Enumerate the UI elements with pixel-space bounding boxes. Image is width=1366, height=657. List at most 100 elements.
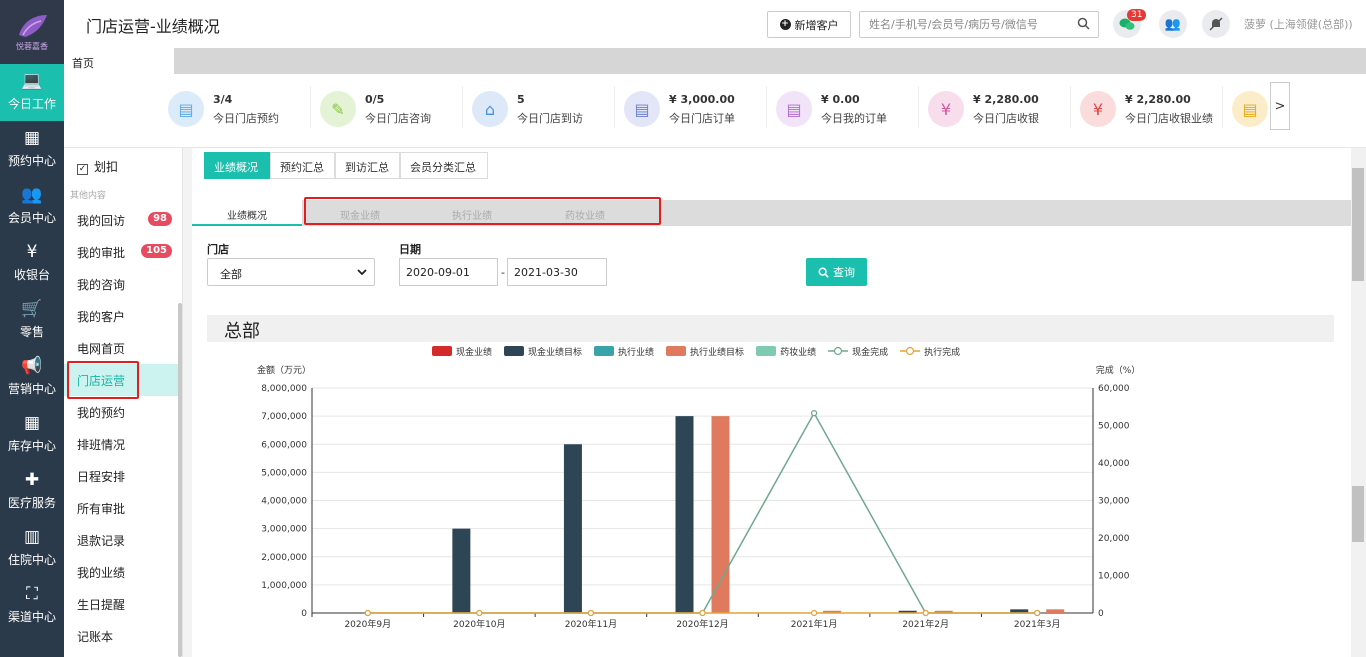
submenu-item[interactable]: 日程安排 — [64, 460, 180, 492]
search-box — [859, 11, 1099, 38]
chart-point — [587, 609, 595, 617]
nav-item-8[interactable]: ▥ 住院中心 — [0, 520, 64, 577]
stats-strip: ▤ 3/4 今日门店预约 ✎ 0/5 今日门店咨询 ⌂ 5 今日门店到访 ▤ ¥ 3,000.00 今… — [64, 74, 1366, 148]
stat-label: 今日门店收银 — [973, 111, 1039, 125]
submenu-label: 我的审批 — [77, 246, 126, 260]
submenu-item-deduct[interactable]: ✓ 划扣 — [64, 150, 180, 182]
tab-home[interactable]: 首页 — [64, 48, 174, 74]
legend-item[interactable]: 现金业绩 — [432, 345, 492, 358]
legend-swatch — [504, 346, 525, 356]
search-icon — [818, 267, 829, 278]
scrollbar-thumb-secondary[interactable] — [1352, 486, 1364, 542]
nav-item-0[interactable]: 💻 今日工作 — [0, 64, 64, 121]
notify-off-button[interactable] — [1202, 10, 1230, 38]
plus-circle-icon: + — [779, 19, 791, 30]
y-tick-label: 1,000,000 — [261, 581, 307, 591]
stat-card[interactable]: ✎ 0/5 今日门店咨询 — [320, 85, 431, 133]
logo: 悦蓉嘉香 — [0, 0, 64, 64]
submenu-scrollbar[interactable] — [178, 303, 182, 657]
x-tick-label: 2020年10月 — [453, 618, 505, 630]
legend-item[interactable]: 药妆业绩 — [756, 345, 816, 358]
consult-icon: ✎ — [320, 91, 356, 127]
page-title: 门店运营-业绩概况 — [86, 17, 220, 36]
nav-item-1[interactable]: ▦ 预约中心 — [0, 121, 64, 178]
my-order-icon: ▤ — [776, 91, 812, 127]
legend-swatch — [828, 346, 849, 356]
nav-item-7[interactable]: ✚ 医疗服务 — [0, 463, 64, 520]
store-select[interactable]: 全部 — [207, 258, 375, 286]
legend-item[interactable]: 执行业绩 — [594, 345, 654, 358]
stat-card[interactable]: ▤ ¥ 0.00 今日我的订单 — [776, 85, 887, 133]
stat-value: ¥ 2,280.00 — [1125, 92, 1191, 106]
submenu-item[interactable]: 所有审批 — [64, 492, 180, 524]
y-tick-label: 6,000,000 — [261, 440, 307, 450]
y-tick-label: 4,000,000 — [261, 497, 307, 507]
users-icon: 👥 — [1164, 16, 1182, 32]
date-to-input[interactable]: 2021-03-30 — [507, 258, 607, 286]
legend-item[interactable]: 现金业绩目标 — [504, 345, 582, 358]
submenu-item[interactable]: 我的预约 — [64, 396, 180, 428]
tab-1[interactable]: 预约汇总 — [270, 152, 335, 179]
tab-3[interactable]: 会员分类汇总 — [400, 152, 488, 179]
page-scrollbar[interactable] — [1351, 148, 1366, 657]
stat-text: ¥ 3,000.00 今日门店订单 — [669, 93, 735, 126]
user-name[interactable]: 菠萝 (上海领健(总部)) — [1244, 16, 1353, 32]
submenu-item[interactable]: 我的回访 98 — [64, 204, 180, 236]
submenu-item[interactable]: 我的咨询 — [64, 268, 180, 300]
store-icon: ⌂ — [472, 91, 508, 127]
subtab-0[interactable]: 业绩概况 — [192, 200, 302, 226]
logo-text: 悦蓉嘉香 — [16, 41, 48, 51]
submenu-label: 我的回访 — [77, 214, 126, 228]
submenu-label: 生日提醒 — [77, 598, 126, 612]
submenu-item[interactable]: 退款记录 — [64, 524, 180, 556]
nav-item-3[interactable]: ¥ 收银台 — [0, 235, 64, 292]
submenu-label: 日程安排 — [77, 470, 126, 484]
scrollbar-thumb[interactable] — [1352, 168, 1364, 281]
yen-icon: ¥ — [26, 242, 38, 262]
tab-0[interactable]: 业绩概况 — [204, 152, 270, 179]
submenu-item[interactable]: 记账本 — [64, 620, 180, 652]
submenu-item[interactable]: 我的业绩 — [64, 556, 180, 588]
search-icon[interactable] — [1077, 17, 1090, 30]
new-customer-button[interactable]: + 新增客户 — [767, 11, 851, 38]
nav-item-4[interactable]: 🛒 零售 — [0, 292, 64, 349]
submenu-item[interactable]: 排班情况 — [64, 428, 180, 460]
submenu-item[interactable]: 我的客户 — [64, 300, 180, 332]
order-icon: ▤ — [624, 91, 660, 127]
nav-label: 医疗服务 — [7, 496, 56, 510]
stat-card[interactable]: ⌂ 5 今日门店到访 — [472, 85, 583, 133]
nav-item-2[interactable]: 👥 会员中心 — [0, 178, 64, 235]
date-from-input[interactable]: 2020-09-01 — [399, 258, 498, 286]
submenu-item[interactable]: 我的审批 105 — [64, 236, 180, 268]
users-button[interactable]: 👥 — [1159, 10, 1187, 38]
submenu-item[interactable]: 电网首页 — [64, 332, 180, 364]
count-badge: 105 — [141, 244, 172, 258]
nav-item-9[interactable]: ⛶ 渠道中心 — [0, 577, 64, 634]
submenu-item[interactable]: 生日提醒 — [64, 588, 180, 620]
stat-divider — [310, 86, 311, 128]
nav-item-5[interactable]: 📢 营销中心 — [0, 349, 64, 406]
nav-label: 营销中心 — [7, 382, 56, 396]
legend-item[interactable]: 执行业绩目标 — [666, 345, 744, 358]
y-tick-label: 7,000,000 — [261, 412, 307, 422]
x-tick-label: 2021年1月 — [791, 618, 838, 630]
tab-2[interactable]: 到访汇总 — [335, 152, 400, 179]
stat-card[interactable]: ¥ ¥ 2,280.00 今日门店收银业绩 — [1080, 85, 1213, 133]
chart-point — [922, 609, 929, 617]
search-input[interactable] — [860, 12, 1070, 37]
x-tick-label: 2020年9月 — [344, 618, 391, 630]
checkbox-icon: ✓ — [77, 164, 88, 175]
legend-item[interactable]: 执行完成 — [900, 345, 960, 358]
submenu-group-label: 其他内容 — [70, 191, 107, 201]
stat-card[interactable]: ▤ ¥ 3,000.00 今日门店订单 — [624, 85, 735, 133]
legend-item[interactable]: 现金完成 — [828, 345, 888, 358]
nav-item-6[interactable]: ▦ 库存中心 — [0, 406, 64, 463]
query-button[interactable]: 查询 — [806, 258, 867, 286]
stat-card[interactable]: ▤ 3/4 今日门店预约 — [168, 85, 279, 133]
stat-card[interactable]: ¥ ¥ 2,280.00 今日门店收银 — [928, 85, 1039, 133]
legend-label: 现金完成 — [852, 347, 889, 358]
stats-more-button[interactable]: > — [1270, 82, 1290, 130]
submenu-label: 排班情况 — [77, 438, 126, 452]
nav-label: 收银台 — [13, 268, 50, 282]
chart-bar — [711, 416, 730, 613]
